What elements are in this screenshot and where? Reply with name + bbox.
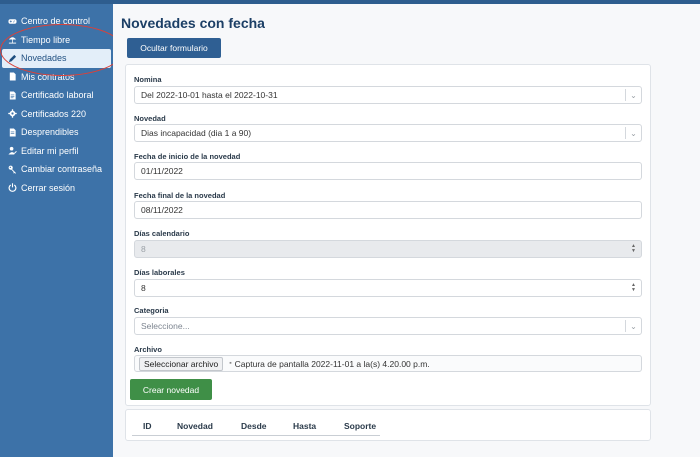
sidebar-item-label: Mis contratos bbox=[21, 71, 75, 82]
dias-calendario-label: Días calendario bbox=[134, 229, 190, 238]
sidebar-item-label: Desprendibles bbox=[21, 127, 79, 138]
sidebar-item-centro-de-control[interactable]: Centro de control bbox=[0, 12, 113, 31]
main-content: Novedades con fecha Ocultar formulario N… bbox=[113, 4, 700, 457]
column-header-desde[interactable]: Desde bbox=[241, 421, 267, 431]
dias-laborales-value: 8 bbox=[141, 283, 146, 293]
sidebar-item-certificados-220[interactable]: Certificados 220 bbox=[0, 105, 113, 124]
categoria-select[interactable]: Seleccione... ⌄ bbox=[134, 317, 642, 335]
column-header-hasta[interactable]: Hasta bbox=[293, 421, 316, 431]
stepper-icon[interactable]: ▲ ▼ bbox=[630, 283, 637, 293]
sidebar-item-label: Certificados 220 bbox=[21, 108, 87, 119]
gear-icon bbox=[8, 109, 17, 118]
sidebar-item-certificado-laboral[interactable]: Certificado laboral bbox=[0, 86, 113, 105]
stepper-icon: ▲ ▼ bbox=[631, 243, 636, 254]
sidebar-item-tiempo-libre[interactable]: Tiempo libre bbox=[0, 31, 113, 50]
dias-calendario-value: 8 bbox=[141, 244, 146, 254]
sidebar-item-label: Novedades bbox=[21, 53, 67, 64]
sidebar-item-label: Editar mi perfil bbox=[21, 145, 79, 156]
power-icon bbox=[8, 183, 17, 193]
novedades-table: ID Novedad Desde Hasta Soporte bbox=[125, 409, 651, 441]
create-novedad-button[interactable]: Crear novedad bbox=[130, 379, 212, 400]
document-icon bbox=[8, 72, 17, 81]
novedad-select-value: Dias incapacidad (dia 1 a 90) bbox=[141, 128, 252, 138]
sidebar-item-cambiar-contrasena[interactable]: Cambiar contraseña bbox=[0, 160, 113, 179]
hide-form-button[interactable]: Ocultar formulario bbox=[127, 38, 221, 58]
sidebar: Centro de control Tiempo libre Novedades… bbox=[0, 4, 113, 457]
archivo-input[interactable]: Seleccionar archivo ▪ Captura de pantall… bbox=[134, 355, 642, 372]
chevron-down-icon: ⌄ bbox=[625, 89, 641, 101]
nomina-label: Nomina bbox=[134, 75, 162, 84]
fecha-final-value: 08/11/2022 bbox=[141, 205, 183, 215]
table-header-row: ID Novedad Desde Hasta Soporte bbox=[132, 416, 380, 436]
chevron-down-icon: ⌄ bbox=[625, 127, 641, 139]
page-title: Novedades con fecha bbox=[121, 15, 265, 31]
fecha-inicio-value: 01/11/2022 bbox=[141, 166, 183, 176]
dias-laborales-label: Días laborales bbox=[134, 268, 185, 277]
file-thumbnail-icon: ▪ bbox=[229, 360, 232, 367]
sidebar-item-novedades[interactable]: Novedades bbox=[2, 49, 111, 68]
sidebar-item-label: Cerrar sesión bbox=[21, 182, 76, 193]
column-header-id[interactable]: ID bbox=[143, 421, 152, 431]
file-icon bbox=[8, 91, 17, 100]
column-header-novedad[interactable]: Novedad bbox=[177, 421, 213, 431]
fecha-final-label: Fecha final de la novedad bbox=[134, 191, 226, 200]
column-header-soporte[interactable]: Soporte bbox=[344, 421, 376, 431]
sidebar-item-label: Tiempo libre bbox=[21, 34, 71, 45]
novedad-select[interactable]: Dias incapacidad (dia 1 a 90) ⌄ bbox=[134, 124, 642, 142]
sidebar-item-mis-contratos[interactable]: Mis contratos bbox=[0, 68, 113, 87]
sidebar-nav: Centro de control Tiempo libre Novedades… bbox=[0, 4, 113, 197]
file-name-text: Captura de pantalla 2022-11-01 a la(s) 4… bbox=[234, 358, 430, 369]
sidebar-item-desprendibles[interactable]: Desprendibles bbox=[0, 123, 113, 142]
beach-icon bbox=[8, 35, 17, 44]
fecha-inicio-label: Fecha de inicio de la novedad bbox=[134, 152, 241, 161]
fecha-final-input[interactable]: 08/11/2022 bbox=[134, 201, 642, 219]
sidebar-item-label: Centro de control bbox=[21, 16, 91, 27]
sidebar-item-cerrar-sesion[interactable]: Cerrar sesión bbox=[0, 179, 113, 198]
key-icon bbox=[8, 165, 17, 174]
categoria-placeholder: Seleccione... bbox=[141, 321, 190, 331]
nomina-select-value: Del 2022-10-01 hasta el 2022-10-31 bbox=[141, 90, 278, 100]
select-file-button[interactable]: Seleccionar archivo bbox=[139, 356, 224, 371]
pen-icon bbox=[8, 54, 17, 63]
chevron-down-icon: ⌄ bbox=[625, 320, 641, 332]
dias-calendario-input: 8 ▲ ▼ bbox=[134, 240, 642, 258]
sidebar-item-label: Certificado laboral bbox=[21, 90, 94, 101]
archivo-label: Archivo bbox=[134, 345, 162, 354]
sidebar-item-editar-mi-perfil[interactable]: Editar mi perfil bbox=[0, 142, 113, 161]
novedad-form: Nomina Del 2022-10-01 hasta el 2022-10-3… bbox=[125, 64, 651, 406]
nomina-select[interactable]: Del 2022-10-01 hasta el 2022-10-31 ⌄ bbox=[134, 86, 642, 104]
user-edit-icon bbox=[8, 146, 17, 155]
sidebar-item-label: Cambiar contraseña bbox=[21, 164, 103, 175]
gamepad-icon bbox=[8, 17, 17, 26]
file-icon bbox=[8, 128, 17, 137]
categoria-label: Categoria bbox=[134, 306, 169, 315]
file-name: ▪ Captura de pantalla 2022-11-01 a la(s)… bbox=[229, 359, 429, 369]
novedad-label: Novedad bbox=[134, 114, 166, 123]
dias-laborales-input[interactable]: 8 ▲ ▼ bbox=[134, 279, 642, 297]
fecha-inicio-input[interactable]: 01/11/2022 bbox=[134, 162, 642, 180]
